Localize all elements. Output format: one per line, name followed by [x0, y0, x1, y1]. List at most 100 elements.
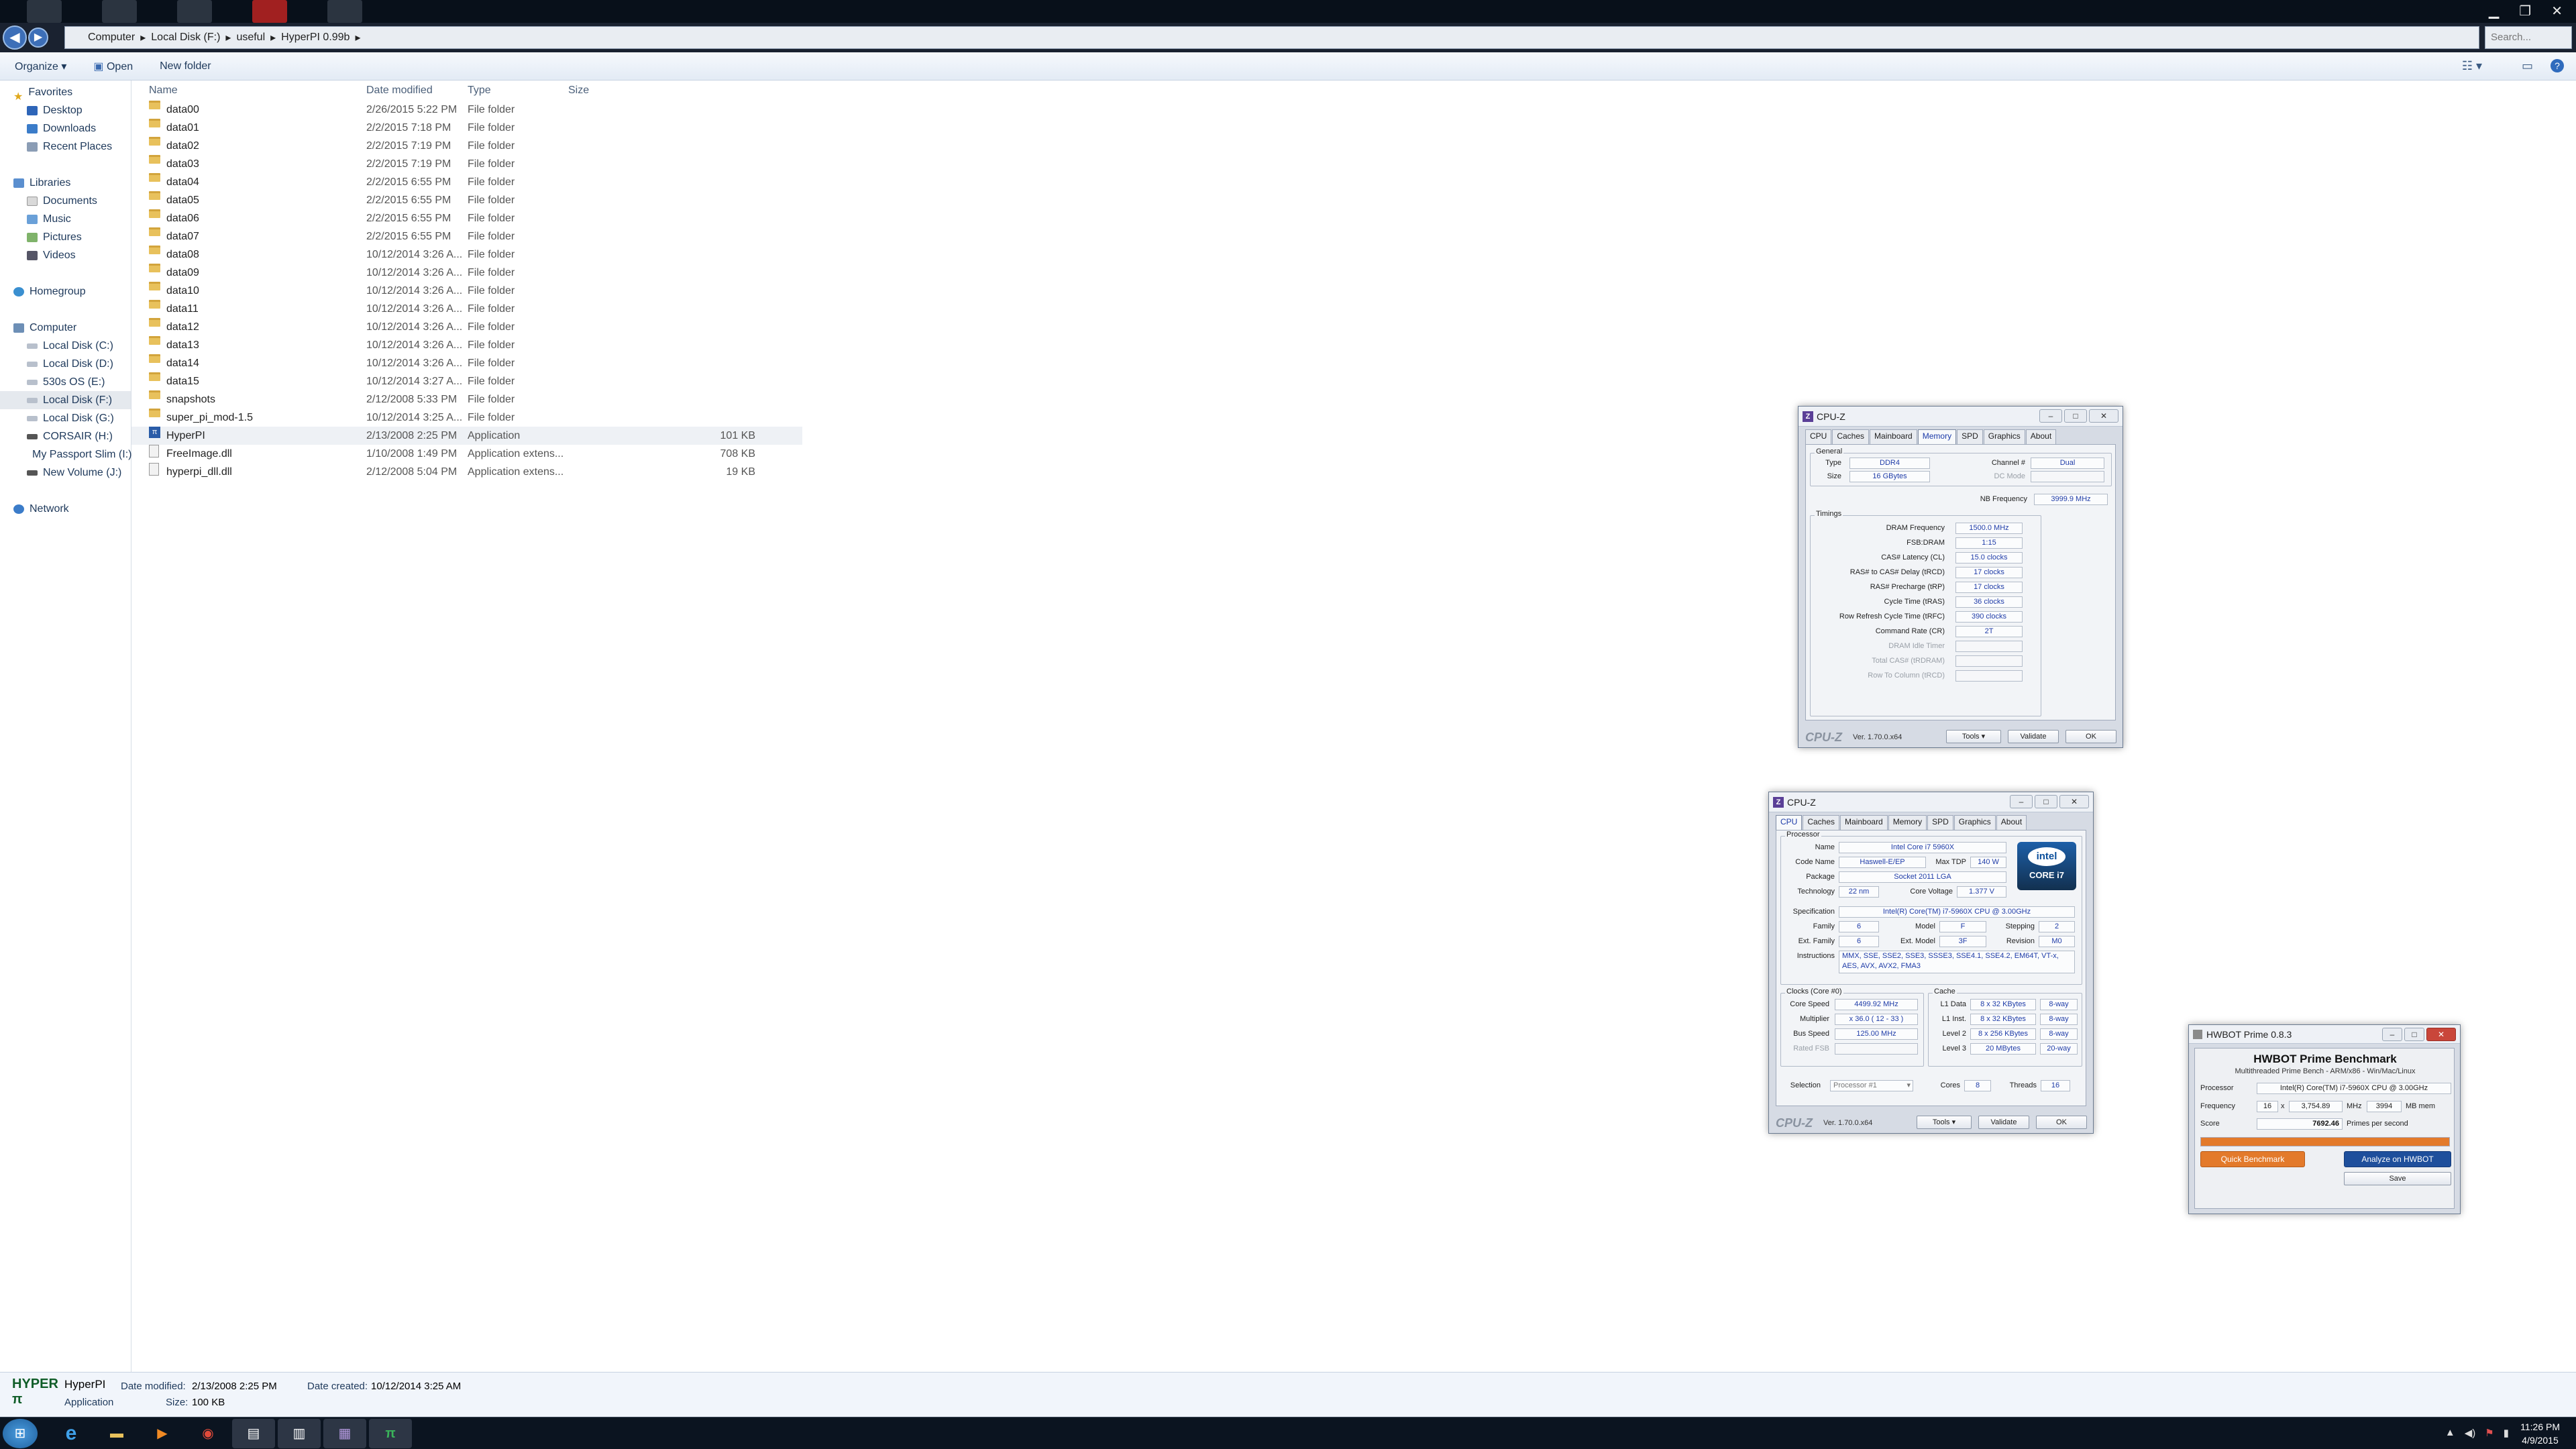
quick-benchmark-button[interactable]: Quick Benchmark	[2200, 1151, 2305, 1167]
maximize-button[interactable]: □	[2404, 1028, 2424, 1041]
show-hidden-icons-icon[interactable]: ▲	[2445, 1427, 2455, 1439]
tools-button[interactable]: Tools ▾	[1917, 1116, 1972, 1129]
nav-disk-d[interactable]: Local Disk (D:)	[0, 355, 131, 373]
file-row[interactable]: snapshots 2/12/2008 5:33 PM File folder	[131, 390, 802, 409]
breadcrumb-useful[interactable]: useful	[236, 32, 265, 44]
ok-button[interactable]: OK	[2036, 1116, 2087, 1129]
back-button[interactable]: ◀	[3, 25, 27, 50]
nav-music[interactable]: Music	[0, 210, 131, 228]
nav-disk-c[interactable]: Local Disk (C:)	[0, 337, 131, 355]
tab-memory[interactable]: Memory	[1917, 429, 1957, 444]
column-size[interactable]: Size	[568, 80, 589, 101]
maximize-button[interactable]: □	[2035, 795, 2057, 808]
tab-memory[interactable]: Memory	[1888, 815, 1927, 830]
tab-spd[interactable]: SPD	[1957, 429, 1983, 444]
search-input[interactable]: Search...	[2485, 26, 2572, 49]
nav-libraries[interactable]: Libraries	[0, 174, 131, 192]
tab-spd[interactable]: SPD	[1927, 815, 1953, 830]
nav-videos[interactable]: Videos	[0, 246, 131, 264]
address-bar[interactable]: Computer ▸ Local Disk (F:) ▸ useful ▸ Hyper…	[64, 26, 2479, 49]
selection-dropdown[interactable]: Processor #1 ▾	[1830, 1080, 1913, 1091]
taskbar-media-player[interactable]: ▶	[141, 1419, 184, 1448]
nav-computer[interactable]: Computer	[0, 319, 131, 337]
ok-button[interactable]: OK	[2065, 730, 2116, 743]
tab-graphics[interactable]: Graphics	[1953, 815, 1996, 830]
view-options-icon[interactable]: ☷ ▾	[2462, 59, 2482, 73]
taskbar-explorer[interactable]: ▬	[95, 1419, 138, 1448]
close-button[interactable]: ✕	[2059, 795, 2089, 808]
nav-disk-h[interactable]: CORSAIR (H:)	[0, 427, 131, 445]
file-row[interactable]: data01 2/2/2015 7:18 PM File folder	[131, 119, 802, 137]
file-row[interactable]: data09 10/12/2014 3:26 A... File folder	[131, 264, 802, 282]
file-row[interactable]: data12 10/12/2014 3:26 A... File folder	[131, 318, 802, 336]
file-row[interactable]: data05 2/2/2015 6:55 PM File folder	[131, 191, 802, 209]
close-icon[interactable]: ✕	[2551, 3, 2563, 19]
maximize-button[interactable]: □	[2064, 409, 2087, 423]
new-folder-button[interactable]: New folder	[160, 60, 211, 72]
taskbar-cpuz[interactable]: ▥	[278, 1419, 321, 1448]
file-row[interactable]: super_pi_mod-1.5 10/12/2014 3:25 A... File…	[131, 409, 802, 427]
tab-about[interactable]: About	[2025, 429, 2057, 444]
file-row[interactable]: data08 10/12/2014 3:26 A... File folder	[131, 246, 802, 264]
taskbar-cpu-app[interactable]: ▦	[323, 1419, 366, 1448]
file-row[interactable]: data14 10/12/2014 3:26 A... File folder	[131, 354, 802, 372]
tab-mainboard[interactable]: Mainboard	[1840, 815, 1888, 830]
nav-desktop[interactable]: Desktop	[0, 101, 131, 119]
taskbar-chrome[interactable]: ◉	[186, 1419, 229, 1448]
file-row[interactable]: data02 2/2/2015 7:19 PM File folder	[131, 137, 802, 155]
maximize-icon[interactable]: ❐	[2519, 3, 2531, 19]
close-button[interactable]: ✕	[2089, 409, 2118, 423]
taskbar-terminal[interactable]: ▤	[232, 1419, 275, 1448]
clock[interactable]: 11:26 PM 4/9/2015	[2520, 1420, 2560, 1447]
nav-favorites[interactable]: ★ Favorites	[0, 83, 131, 103]
tab-graphics[interactable]: Graphics	[1983, 429, 2025, 444]
column-date[interactable]: Date modified	[366, 80, 433, 101]
nav-homegroup[interactable]: Homegroup	[0, 282, 131, 301]
file-row[interactable]: data03 2/2/2015 7:19 PM File folder	[131, 155, 802, 173]
nav-disk-i[interactable]: My Passport Slim (I:)	[0, 445, 131, 464]
file-row[interactable]: data10 10/12/2014 3:26 A... File folder	[131, 282, 802, 300]
file-row[interactable]: data04 2/2/2015 6:55 PM File folder	[131, 173, 802, 191]
file-row[interactable]: data11 10/12/2014 3:26 A... File folder	[131, 300, 802, 318]
file-row[interactable]: FreeImage.dll 1/10/2008 1:49 PM Applicatio…	[131, 445, 802, 463]
volume-icon[interactable]: ◀)	[2465, 1427, 2476, 1439]
nav-recent-places[interactable]: Recent Places	[0, 138, 131, 156]
open-button[interactable]: ▣ Open	[93, 60, 133, 73]
column-type[interactable]: Type	[468, 80, 491, 101]
tab-caches[interactable]: Caches	[1832, 429, 1870, 444]
nav-disk-f[interactable]: Local Disk (F:)	[0, 391, 131, 409]
breadcrumb-hyperpi[interactable]: HyperPI 0.99b	[281, 32, 350, 44]
analyze-on-hwbot-button[interactable]: Analyze on HWBOT	[2344, 1151, 2451, 1167]
forward-button[interactable]: ▶	[28, 28, 48, 48]
network-icon[interactable]: ▮	[2504, 1427, 2509, 1439]
column-name[interactable]: Name	[149, 80, 178, 101]
nav-pictures[interactable]: Pictures	[0, 228, 131, 246]
nav-disk-j[interactable]: New Volume (J:)	[0, 464, 131, 482]
help-icon[interactable]: ?	[2551, 59, 2564, 72]
tools-button[interactable]: Tools ▾	[1946, 730, 2001, 743]
preview-pane-icon[interactable]: ▭	[2522, 59, 2533, 73]
nav-downloads[interactable]: Downloads	[0, 119, 131, 138]
file-row[interactable]: π HyperPI 2/13/2008 2:25 PM Application 101 …	[131, 427, 802, 445]
file-row[interactable]: data13 10/12/2014 3:26 A... File folder	[131, 336, 802, 354]
close-button[interactable]: ✕	[2426, 1028, 2456, 1041]
breadcrumb-disk-f[interactable]: Local Disk (F:)	[151, 32, 220, 44]
start-button[interactable]: ⊞	[3, 1419, 38, 1448]
minimize-icon[interactable]: ▁	[2489, 3, 2499, 19]
breadcrumb-computer[interactable]: Computer	[88, 32, 135, 44]
file-row[interactable]: hyperpi_dll.dll 2/12/2008 5:04 PM Applicat…	[131, 463, 802, 481]
save-button[interactable]: Save	[2344, 1172, 2451, 1185]
taskbar-hyperpi[interactable]: π	[369, 1419, 412, 1448]
file-row[interactable]: data06 2/2/2015 6:55 PM File folder	[131, 209, 802, 227]
tab-cpu[interactable]: CPU	[1776, 815, 1803, 830]
nav-network[interactable]: Network	[0, 500, 131, 518]
tab-caches[interactable]: Caches	[1803, 815, 1840, 830]
taskbar-ie[interactable]: e	[50, 1419, 93, 1448]
flag-icon[interactable]: ⚑	[2485, 1427, 2493, 1439]
tab-mainboard[interactable]: Mainboard	[1870, 429, 1917, 444]
organize-button[interactable]: Organize ▾	[15, 60, 66, 73]
minimize-button[interactable]: –	[2010, 795, 2033, 808]
validate-button[interactable]: Validate	[1978, 1116, 2029, 1129]
nav-disk-e[interactable]: 530s OS (E:)	[0, 373, 131, 391]
validate-button[interactable]: Validate	[2008, 730, 2059, 743]
